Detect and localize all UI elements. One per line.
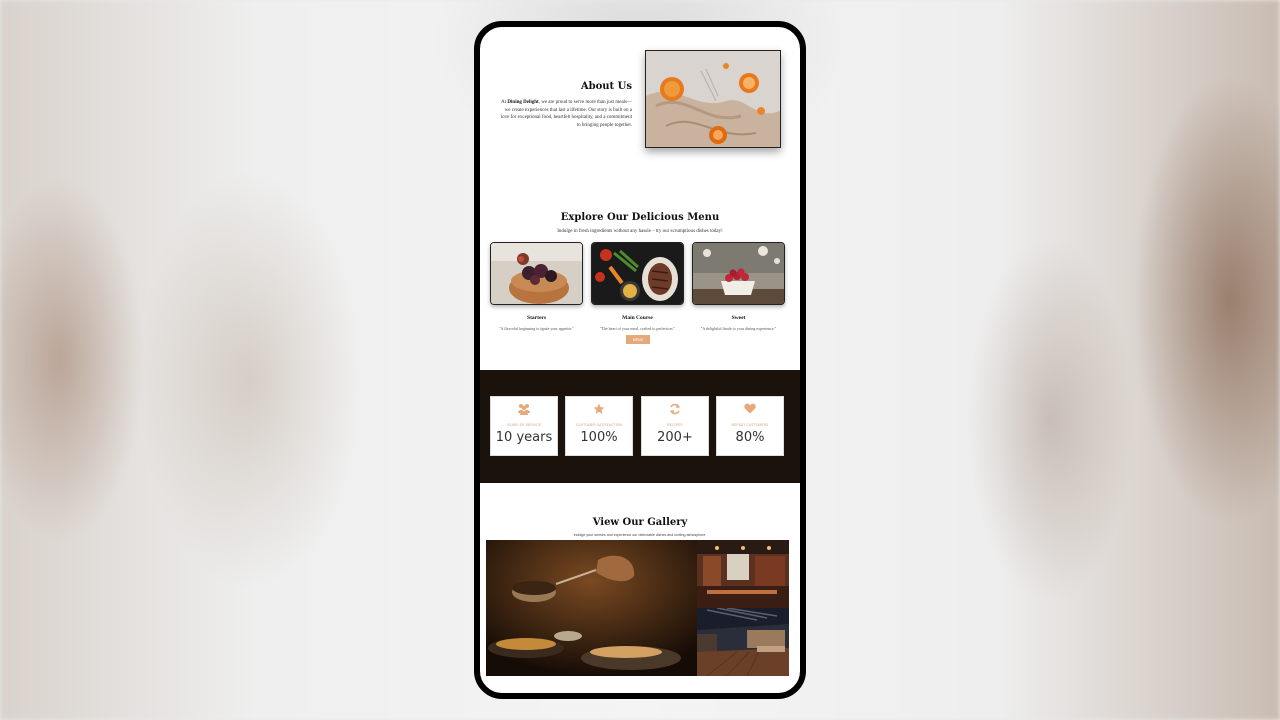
menu-subtitle: Indulge in fresh ingredients without any… [557, 229, 723, 234]
card-name-main-course: Main Course [622, 315, 653, 321]
card-name-starters: Starters [527, 315, 546, 321]
stats-section: Years of service 10 years Customer satis… [480, 370, 800, 483]
gallery-image-dining-hall[interactable] [697, 608, 789, 676]
stat-label: Customer satisfaction [575, 423, 623, 427]
stat-card-recipes: Recipes 200+ [641, 396, 709, 456]
stat-card-repeat: Repeat customers 80% [716, 396, 784, 456]
gallery-title: View Our Gallery [592, 517, 688, 528]
website-screen: About Us At Dining Delight, we are proud… [480, 27, 800, 693]
gallery-image-restaurant-bar[interactable] [697, 540, 789, 608]
heart-icon [717, 403, 783, 414]
stat-label: Repeat customers [731, 423, 769, 427]
menu-button[interactable]: menu [626, 335, 650, 344]
stat-card-satisfaction: Customer satisfaction 100% [565, 396, 633, 456]
starters-image[interactable] [490, 242, 583, 305]
about-image [645, 50, 781, 148]
card-desc-main-course: "The heart of your meal, crafted to perf… [599, 326, 676, 331]
main-course-image[interactable] [591, 242, 684, 305]
stat-card-years: Years of service 10 years [490, 396, 558, 456]
star-icon [566, 403, 632, 415]
stat-value: 100% [580, 430, 618, 445]
menu-title: Explore Our Delicious Menu [560, 212, 720, 223]
stat-label: Years of service [506, 423, 542, 427]
gallery-image-cooking[interactable] [486, 540, 697, 676]
card-desc-starters: "A flavorful beginning to ignite your ap… [498, 326, 575, 331]
gallery-subtitle: Indulge your senses and experience our d… [573, 533, 707, 537]
users-icon [491, 403, 557, 415]
refresh-icon [642, 403, 708, 415]
stat-value: 80% [735, 430, 765, 445]
about-text: At Dining Delight, we are proud to serve… [500, 99, 632, 129]
stat-value: 200+ [657, 430, 693, 445]
card-name-sweet: Sweet [731, 315, 746, 321]
sweet-image[interactable] [692, 242, 785, 305]
stat-label: Recipes [667, 423, 683, 427]
brand-name: Dining Delight [507, 100, 539, 105]
about-title: About Us [580, 81, 632, 92]
stat-value: 10 years [495, 430, 553, 445]
card-desc-sweet: "A delightful finale to your dining expe… [700, 326, 777, 331]
phone-frame: About Us At Dining Delight, we are proud… [474, 21, 806, 699]
